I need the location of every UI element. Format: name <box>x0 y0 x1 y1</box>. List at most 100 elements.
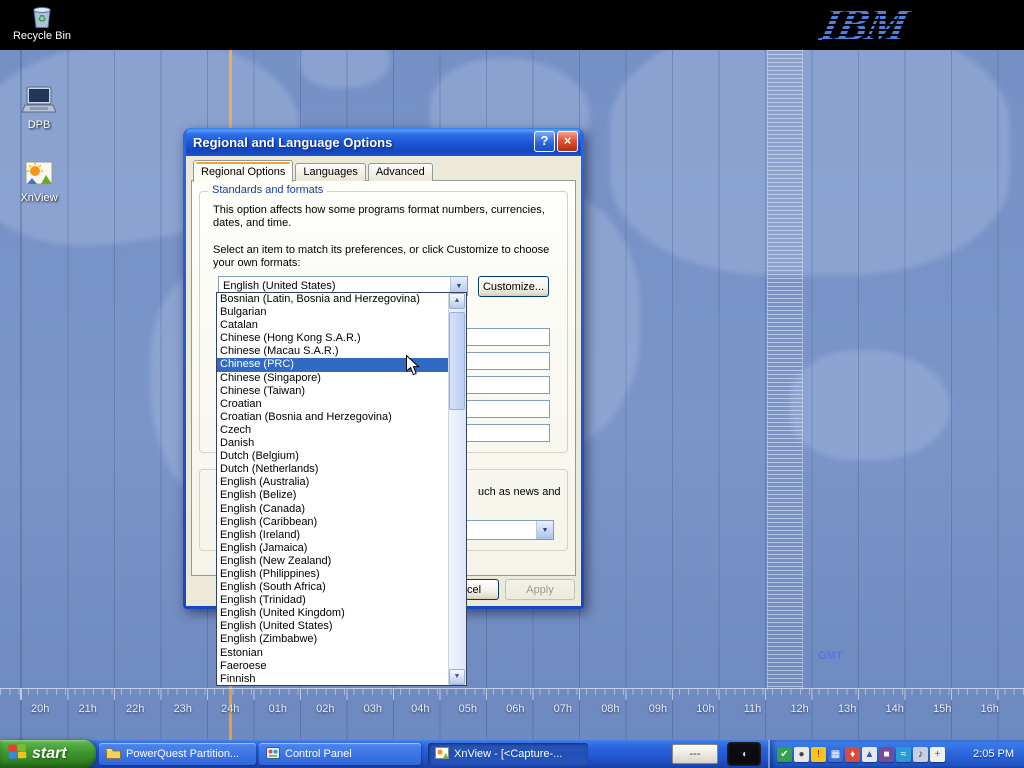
system-tray: ✔●!▦♦▲■≈♪+ 2:05 PM <box>768 740 1024 768</box>
recycle-bin-desktop-icon[interactable]: ♻ Recycle Bin <box>12 2 72 42</box>
customize-button[interactable]: Customize... <box>478 276 549 297</box>
desktop-icon-dpb[interactable]: DPB <box>3 86 75 131</box>
list-item[interactable]: English (Canada) <box>217 503 448 516</box>
help-button[interactable]: ? <box>534 131 555 152</box>
language-list-items: Bosnian (Latin, Bosnia and Herzegovina)B… <box>217 293 448 685</box>
taskbar-button-xnview[interactable]: XnView - [<Capture-... <box>428 743 588 765</box>
dialog-body: Regional Options Languages Advanced Stan… <box>186 156 581 606</box>
tray-icon-1[interactable]: ✔ <box>777 747 792 762</box>
list-item[interactable]: English (Ireland) <box>217 529 448 542</box>
list-item[interactable]: Finnish <box>217 673 448 685</box>
tray-icon-6[interactable]: ▲ <box>862 747 877 762</box>
apply-button[interactable]: Apply <box>505 579 575 600</box>
list-item[interactable]: Bulgarian <box>217 306 448 319</box>
list-item[interactable]: Croatian <box>217 398 448 411</box>
list-item[interactable]: English (Caribbean) <box>217 516 448 529</box>
tray-icon-9[interactable]: ♪ <box>913 747 928 762</box>
list-item[interactable]: English (Zimbabwe) <box>217 633 448 646</box>
location-text-fragment: uch as news and <box>478 486 561 498</box>
list-item[interactable]: Chinese (PRC) <box>217 358 448 371</box>
list-item[interactable]: Estonian <box>217 647 448 660</box>
taskbar-button-control-panel[interactable]: Control Panel <box>259 743 421 765</box>
list-item[interactable]: Chinese (Hong Kong S.A.R.) <box>217 332 448 345</box>
tray-icon-8[interactable]: ≈ <box>896 747 911 762</box>
list-item[interactable]: Chinese (Macau S.A.R.) <box>217 345 448 358</box>
desktop-icon-xnview[interactable]: XnView <box>3 160 75 204</box>
list-item[interactable]: English (South Africa) <box>217 581 448 594</box>
recycle-bin-label: Recycle Bin <box>12 30 72 42</box>
list-scrollbar[interactable]: ▲ ▼ <box>448 293 466 685</box>
list-item[interactable]: English (United Kingdom) <box>217 607 448 620</box>
regional-language-options-dialog: Regional and Language Options ? × Region… <box>183 128 584 609</box>
tray-icon-5[interactable]: ♦ <box>845 747 860 762</box>
list-item[interactable]: Croatian (Bosnia and Herzegovina) <box>217 411 448 424</box>
scroll-down-button[interactable]: ▼ <box>449 669 465 685</box>
hour-label: 23h <box>174 703 192 715</box>
tray-icon-4[interactable]: ▦ <box>828 747 843 762</box>
top-bar: ♻ Recycle Bin IBM <box>0 0 1024 50</box>
taskbar-button-label: Control Panel <box>285 748 352 760</box>
taskbar-button-label: PowerQuest Partition... <box>126 748 239 760</box>
hour-label: 04h <box>411 703 429 715</box>
list-item[interactable]: Chinese (Singapore) <box>217 372 448 385</box>
hour-ruler-major-ticks <box>0 689 1024 700</box>
start-button[interactable]: start <box>0 740 96 768</box>
dialog-titlebar[interactable]: Regional and Language Options ? × <box>186 128 581 156</box>
chevron-down-icon[interactable]: ▼ <box>536 521 553 539</box>
hour-label: 13h <box>838 703 856 715</box>
taskbar-overflow-button[interactable]: --- <box>672 744 718 764</box>
tab-advanced[interactable]: Advanced <box>368 163 433 181</box>
tray-icon-3[interactable]: ! <box>811 747 826 762</box>
standards-description-text: This option affects how some programs fo… <box>213 204 561 230</box>
scrollbar-thumb[interactable] <box>449 312 465 410</box>
desktop-icon-label: XnView <box>3 192 75 204</box>
close-button[interactable]: × <box>557 131 578 152</box>
desktop-screen: ♻ Recycle Bin IBM 20h21h22h23h24h01h02h0… <box>0 0 1024 768</box>
list-item[interactable]: English (Australia) <box>217 476 448 489</box>
list-item[interactable]: English (Jamaica) <box>217 542 448 555</box>
tab-languages[interactable]: Languages <box>295 163 365 181</box>
hour-label: 24h <box>221 703 239 715</box>
tab-regional-options[interactable]: Regional Options <box>193 160 293 182</box>
tray-icon-7[interactable]: ■ <box>879 747 894 762</box>
list-item[interactable]: English (Belize) <box>217 489 448 502</box>
hour-label: 05h <box>459 703 477 715</box>
list-item[interactable]: Catalan <box>217 319 448 332</box>
taskbar-dark-app-icon[interactable]: ◖ <box>727 742 761 766</box>
hour-label: 14h <box>885 703 903 715</box>
tray-icon-2[interactable]: ● <box>794 747 809 762</box>
list-item[interactable]: Chinese (Taiwan) <box>217 385 448 398</box>
list-item[interactable]: Bosnian (Latin, Bosnia and Herzegovina) <box>217 293 448 306</box>
desktop-icon-label: DPB <box>3 119 75 131</box>
language-dropdown-list: Bosnian (Latin, Bosnia and Herzegovina)B… <box>216 292 467 686</box>
list-item[interactable]: English (Trinidad) <box>217 594 448 607</box>
start-button-label: start <box>32 745 67 763</box>
hour-label: 06h <box>506 703 524 715</box>
list-item[interactable]: English (New Zealand) <box>217 555 448 568</box>
windows-flag-icon <box>8 743 27 765</box>
taskbar: start PowerQuest Partition... Contro <box>0 740 1024 768</box>
dialog-title: Regional and Language Options <box>186 135 392 150</box>
scroll-up-button[interactable]: ▲ <box>449 293 465 309</box>
hour-label: 10h <box>696 703 714 715</box>
hour-label: 03h <box>364 703 382 715</box>
taskbar-button-label: XnView - [<Capture-... <box>454 748 562 760</box>
svg-text:♻: ♻ <box>38 14 47 25</box>
hour-label: 22h <box>126 703 144 715</box>
list-item[interactable]: Faeroese <box>217 660 448 673</box>
list-item[interactable]: English (United States) <box>217 620 448 633</box>
list-item[interactable]: English (Philippines) <box>217 568 448 581</box>
hour-label: 11h <box>744 703 762 715</box>
list-item[interactable]: Dutch (Belgium) <box>217 450 448 463</box>
list-item[interactable]: Dutch (Netherlands) <box>217 463 448 476</box>
hour-label: 09h <box>649 703 667 715</box>
ibm-logo: IBM <box>822 1 940 49</box>
tray-icons: ✔●!▦♦▲■≈♪+ <box>777 747 947 762</box>
hour-label: 07h <box>554 703 572 715</box>
taskbar-button-powerquest[interactable]: PowerQuest Partition... <box>99 743 256 765</box>
list-item[interactable]: Danish <box>217 437 448 450</box>
hour-label: 01h <box>269 703 287 715</box>
list-item[interactable]: Czech <box>217 424 448 437</box>
date-line-hatch-band <box>767 50 803 690</box>
tray-icon-10[interactable]: + <box>930 747 945 762</box>
